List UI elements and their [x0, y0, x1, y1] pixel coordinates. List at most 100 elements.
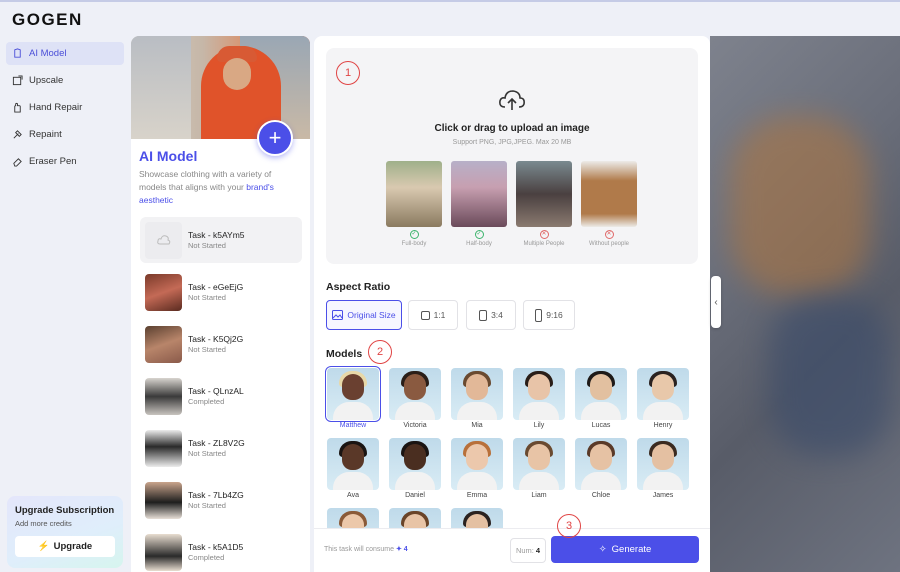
upload-subtitle: Support PNG, JPG,JPEG. Max 20 MB	[452, 139, 572, 146]
task-thumbnail	[145, 273, 182, 311]
app-logo[interactable]: GOGEN	[12, 10, 83, 30]
lightning-icon: ⚡	[37, 541, 50, 552]
upgrade-button-label: Upgrade	[53, 541, 93, 552]
sidebar-item-hand-repair[interactable]: Hand Repair	[6, 96, 124, 119]
upload-title: Click or drag to upload an image	[434, 123, 590, 134]
sparkle-icon: ✧	[598, 544, 607, 555]
chevron-left-icon: ‹	[714, 296, 718, 308]
ratio-1-1[interactable]: 1:1	[408, 300, 458, 330]
model-card-matthew[interactable]: Matthew	[325, 366, 381, 429]
model-card-partial[interactable]	[389, 508, 441, 528]
cloud-upload-icon	[145, 221, 182, 259]
model-card-partial[interactable]	[327, 508, 379, 528]
model-card-emma[interactable]: Emma	[451, 438, 503, 499]
annotation-marker-2: 2	[368, 340, 392, 364]
task-item[interactable]: Task - k5A1D5 Completed	[140, 529, 302, 572]
task-status: Not Started	[188, 345, 226, 354]
panel-title: AI Model	[139, 148, 198, 164]
sidebar-item-ai-model[interactable]: AI Model	[6, 42, 124, 65]
task-thumbnail	[145, 533, 182, 571]
sidebar-item-label: Repaint	[29, 129, 62, 140]
model-card-mia[interactable]: Mia	[451, 368, 503, 429]
settings-panel: Click or drag to upload an image Support…	[314, 36, 710, 572]
image-icon	[332, 310, 344, 320]
sample-multiple-people: ✕ Multiple People	[516, 161, 572, 247]
task-name: Task - k5A1D5	[188, 542, 244, 552]
task-thumbnail	[145, 377, 182, 415]
task-item[interactable]: Task - ZL8V2G Not Started	[140, 425, 302, 471]
ratio-9-16[interactable]: 9:16	[523, 300, 575, 330]
task-thumbnail	[145, 481, 182, 519]
eraser-icon	[13, 158, 22, 167]
task-name: Task - eGeEjG	[188, 282, 244, 292]
sample-half-body: ✓ Half-body	[451, 161, 507, 247]
credit-consume-text: This task will consume ✦ 4	[324, 546, 408, 553]
sidebar-item-repaint[interactable]: Repaint	[6, 123, 124, 146]
generate-label: Generate	[611, 544, 652, 555]
task-status: Completed	[188, 397, 225, 406]
hand-icon	[14, 102, 21, 113]
model-card-henry[interactable]: Henry	[637, 368, 689, 429]
aspect-ratio-label: Aspect Ratio	[326, 281, 391, 293]
sample-without-people: ✕ Without people	[581, 161, 637, 247]
model-card-daniel[interactable]: Daniel	[389, 438, 441, 499]
model-card-victoria[interactable]: Victoria	[389, 368, 441, 429]
task-status: Not Started	[188, 293, 226, 302]
repaint-icon	[13, 130, 22, 139]
new-task-button[interactable]: +	[257, 120, 293, 156]
cross-icon: ✕	[604, 230, 614, 239]
plus-icon: +	[268, 125, 282, 150]
task-panel: + AI Model Showcase clothing with a vari…	[131, 36, 310, 572]
upgrade-button[interactable]: ⚡ Upgrade	[15, 536, 115, 557]
sidebar-item-label: AI Model	[29, 48, 67, 59]
task-name: Task - ZL8V2G	[188, 438, 245, 448]
upgrade-title: Upgrade Subscription	[15, 505, 115, 516]
generate-bar: This task will consume ✦ 4 Num: 4 ✧ Gener…	[314, 528, 710, 572]
model-card-ava[interactable]: Ava	[327, 438, 379, 499]
collapse-panel-handle[interactable]: ‹	[711, 276, 721, 328]
num-selector[interactable]: Num: 4	[510, 538, 546, 563]
ratio-3-4[interactable]: 3:4	[466, 300, 516, 330]
task-item[interactable]: Task - QLnzAL Completed	[140, 373, 302, 419]
top-border	[0, 0, 900, 2]
model-card-chloe[interactable]: Chloe	[575, 438, 627, 499]
task-name: Task - 7Lb4ZG	[188, 490, 244, 500]
sidebar-item-label: Upscale	[29, 75, 64, 86]
sidebar-item-label: Hand Repair	[29, 102, 83, 113]
ratio-original-size[interactable]: Original Size	[326, 300, 402, 330]
task-name: Task - k5AYm5	[188, 230, 245, 240]
sidebar-item-label: Eraser Pen	[29, 156, 77, 167]
model-card-lucas[interactable]: Lucas	[575, 368, 627, 429]
annotation-marker-3: 3	[557, 514, 581, 538]
model-card-partial[interactable]	[451, 508, 503, 528]
upgrade-card: Upgrade Subscription Add more credits ⚡ …	[7, 496, 123, 568]
task-name: Task - QLnzAL	[188, 386, 244, 396]
upload-dropzone[interactable]: Click or drag to upload an image Support…	[326, 48, 698, 264]
sidebar-item-eraser-pen[interactable]: Eraser Pen	[6, 150, 124, 173]
upgrade-subtitle: Add more credits	[15, 519, 72, 528]
check-icon: ✓	[409, 230, 419, 239]
task-status: Not Started	[188, 501, 226, 510]
sample-full-body: ✓ Full-body	[386, 161, 442, 247]
upscale-icon	[12, 75, 23, 86]
sidebar-nav: AI Model Upscale Hand Repair Repaint Era…	[6, 42, 124, 177]
task-thumbnail	[145, 429, 182, 467]
generate-button[interactable]: ✧ Generate	[551, 536, 699, 563]
task-thumbnail	[145, 325, 182, 363]
result-preview	[710, 36, 900, 572]
model-card-liam[interactable]: Liam	[513, 438, 565, 499]
task-status: Not Started	[188, 449, 226, 458]
task-item[interactable]: Task - k5AYm5 Not Started	[140, 217, 302, 263]
task-name: Task - K5Qj2G	[188, 334, 244, 344]
task-item[interactable]: Task - K5Qj2G Not Started	[140, 321, 302, 367]
model-card-lily[interactable]: Lily	[513, 368, 565, 429]
model-card-james[interactable]: James	[637, 438, 689, 499]
check-icon: ✓	[474, 230, 484, 239]
ai-model-icon	[14, 48, 21, 58]
sidebar-item-upscale[interactable]: Upscale	[6, 69, 124, 92]
task-item[interactable]: Task - 7Lb4ZG Not Started	[140, 477, 302, 523]
task-status: Completed	[188, 553, 225, 562]
panel-description: Showcase clothing with a variety of mode…	[139, 169, 274, 205]
cross-icon: ✕	[539, 230, 549, 239]
task-item[interactable]: Task - eGeEjG Not Started	[140, 269, 302, 315]
